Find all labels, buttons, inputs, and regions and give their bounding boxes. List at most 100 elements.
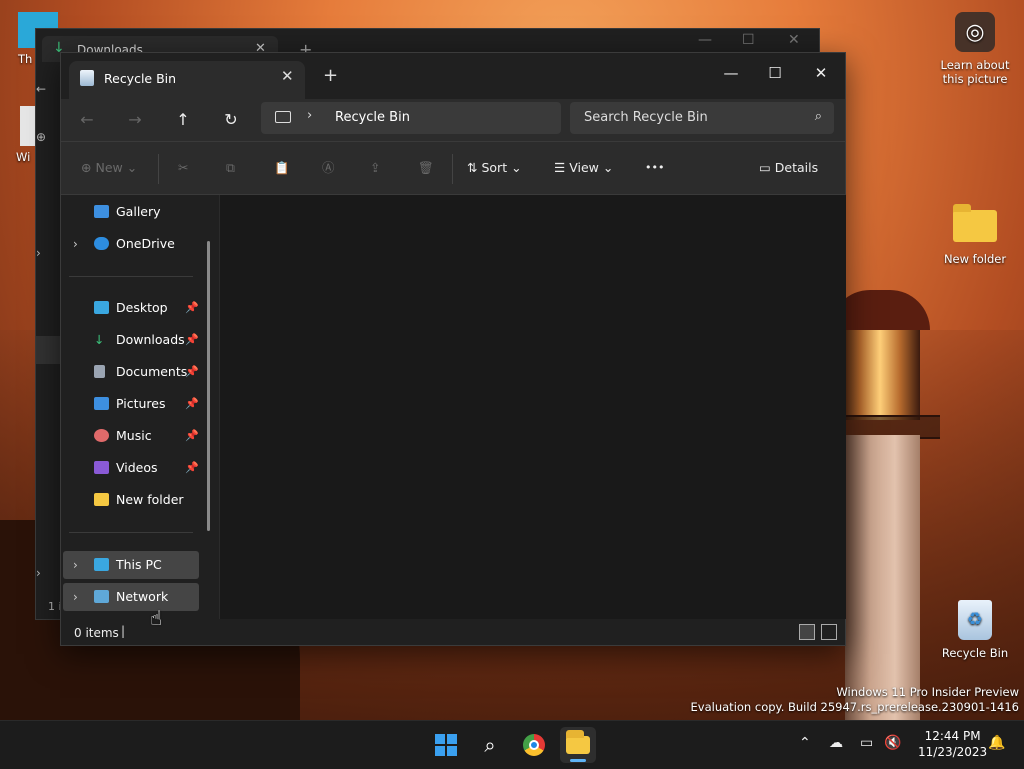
status-divider: | <box>121 624 126 638</box>
desktop-clipped-icon-2[interactable]: Wi <box>0 106 40 164</box>
chevron-right-icon[interactable]: › <box>73 551 78 579</box>
tiles-view-icon[interactable] <box>821 624 837 640</box>
pin-icon[interactable]: 📌 <box>185 294 199 322</box>
copy-icon[interactable]: ⧉ <box>226 156 235 180</box>
sidebar-item-music[interactable]: Music 📌 <box>61 422 211 450</box>
share-icon[interactable]: ⇪ <box>370 156 380 180</box>
chrome-taskbar-button[interactable] <box>516 727 552 763</box>
folder-icon <box>94 493 109 506</box>
close-window-button[interactable]: ✕ <box>798 58 844 88</box>
sidebar-item-network[interactable]: › Network <box>63 583 199 611</box>
sidebar-item-desktop[interactable]: Desktop 📌 <box>61 294 211 322</box>
camera-lens-icon: ◎ <box>955 12 995 52</box>
sidebar-divider <box>69 532 193 533</box>
chevron-right-icon[interactable]: › <box>73 583 78 611</box>
new-button[interactable]: ⊕ New ⌄ <box>81 156 137 180</box>
chevron-down-icon: ⌄ <box>602 160 614 175</box>
start-button[interactable] <box>428 727 464 763</box>
desktop-recycle-bin[interactable]: ♻ Recycle Bin <box>935 600 1015 660</box>
recycle-bin-icon <box>80 70 94 86</box>
sort-icon: ⇅ <box>467 160 478 175</box>
toolbar-divider <box>452 154 453 184</box>
clock[interactable]: 12:44 PM 11/23/2023 <box>918 728 987 760</box>
taskbar: ⌕ ⌃ ☁ ▭ 🔇 12:44 PM 11/23/2023 🔔 <box>0 720 1024 769</box>
search-icon: ⌕ <box>814 109 822 124</box>
back-arrow-icon[interactable]: ← <box>73 107 101 133</box>
build-watermark: Windows 11 Pro Insider Preview Evaluatio… <box>690 685 1019 714</box>
sidebar-scrollbar[interactable] <box>207 241 210 531</box>
new-tab-icon[interactable]: + <box>323 65 338 86</box>
pin-icon[interactable]: 📌 <box>185 422 199 450</box>
details-view-icon[interactable] <box>799 624 815 640</box>
view-button[interactable]: ☰ View ⌄ <box>554 156 613 180</box>
sidebar-item-documents[interactable]: Documents 📌 <box>61 358 211 386</box>
file-list-area[interactable] <box>219 195 846 619</box>
sidebar-item-new-folder[interactable]: New folder <box>61 486 211 514</box>
show-hidden-icons-chevron[interactable]: ⌃ <box>799 735 811 751</box>
pin-icon[interactable]: 📌 <box>185 454 199 482</box>
sidebar-item-videos[interactable]: Videos 📌 <box>61 454 211 482</box>
refresh-icon[interactable]: ↻ <box>217 107 245 133</box>
desktop-new-folder[interactable]: New folder <box>935 204 1015 266</box>
tab-label: Recycle Bin <box>104 71 177 86</box>
paste-icon[interactable]: 📋 <box>274 156 290 180</box>
search-box[interactable]: Search Recycle Bin ⌕ <box>570 102 834 134</box>
sidebar-divider <box>69 276 193 277</box>
file-explorer-taskbar-button[interactable] <box>560 727 596 763</box>
pin-icon[interactable]: 📌 <box>185 326 199 354</box>
close-tab-icon[interactable]: ✕ <box>281 67 294 85</box>
command-bar: ⊕ New ⌄ ✂ ⧉ 📋 Ⓐ ⇪ 🗑 ⇅ Sort ⌄ ☰ View ⌄ ••… <box>61 141 845 195</box>
folder-icon <box>953 204 997 242</box>
chrome-icon <box>523 734 545 756</box>
desktop-icon <box>94 301 109 314</box>
chevron-right-icon[interactable]: › <box>36 246 41 260</box>
up-arrow-icon[interactable]: ↑ <box>169 107 197 133</box>
onedrive-off-icon[interactable]: ☁ <box>829 735 843 751</box>
delete-icon[interactable]: 🗑 <box>418 156 434 180</box>
videos-icon <box>94 461 109 474</box>
navigation-pane: Gallery › OneDrive Desktop 📌 ↓ Downloads… <box>61 195 219 619</box>
maximize-button[interactable]: ☐ <box>752 58 798 88</box>
more-options-button[interactable]: ••• <box>645 156 664 180</box>
search-button[interactable]: ⌕ <box>472 727 508 763</box>
details-pane-icon: ▭ <box>759 160 771 175</box>
pin-icon[interactable]: 📌 <box>185 358 199 386</box>
recycle-bin-icon: ♻ <box>958 600 992 640</box>
address-bar[interactable]: › Recycle Bin <box>261 102 561 134</box>
music-icon <box>94 429 109 442</box>
search-input[interactable]: Search Recycle Bin <box>584 110 708 125</box>
network-icon <box>94 590 109 603</box>
cut-icon[interactable]: ✂ <box>178 156 188 180</box>
sidebar-item-downloads[interactable]: ↓ Downloads 📌 <box>61 326 211 354</box>
details-button[interactable]: ▭ Details <box>759 156 818 180</box>
close-icon[interactable]: ✕ <box>788 32 800 48</box>
new-icon[interactable]: ⊕ <box>36 130 46 144</box>
sort-button[interactable]: ⇅ Sort ⌄ <box>467 156 522 180</box>
pin-icon[interactable]: 📌 <box>185 390 199 418</box>
chevron-right-icon[interactable]: › <box>36 566 41 580</box>
notification-bell-icon[interactable]: 🔔 <box>988 735 1005 751</box>
computer-icon <box>275 111 291 123</box>
address-text: Recycle Bin <box>335 110 410 125</box>
rename-icon[interactable]: Ⓐ <box>322 156 335 180</box>
network-icon[interactable]: ▭ <box>860 735 873 751</box>
desktop-clipped-icon-1[interactable]: Th <box>0 12 58 66</box>
chevron-right-icon[interactable]: › <box>307 108 312 123</box>
back-arrow-icon[interactable]: ← <box>36 82 46 96</box>
forward-arrow-icon[interactable]: → <box>121 107 149 133</box>
sidebar-item-pictures[interactable]: Pictures 📌 <box>61 390 211 418</box>
minimize-button[interactable]: — <box>708 58 754 88</box>
title-bar[interactable]: Recycle Bin ✕ + — ☐ ✕ <box>61 53 845 99</box>
plus-circle-icon: ⊕ <box>81 160 92 175</box>
recycle-bin-window[interactable]: Recycle Bin ✕ + — ☐ ✕ ← → ↑ ↻ › Recycle … <box>60 52 846 646</box>
sidebar-item-gallery[interactable]: Gallery <box>61 198 211 226</box>
sidebar-item-this-pc[interactable]: › This PC <box>63 551 199 579</box>
volume-muted-icon[interactable]: 🔇 <box>884 735 901 751</box>
tab-recycle-bin[interactable]: Recycle Bin ✕ <box>69 61 305 99</box>
sidebar-item-onedrive[interactable]: › OneDrive <box>61 230 211 258</box>
learn-about-picture-icon[interactable]: ◎ Learn about this picture <box>935 12 1015 86</box>
minimize-icon[interactable]: — <box>698 32 712 48</box>
chevron-right-icon[interactable]: › <box>73 230 78 258</box>
maximize-icon[interactable]: ☐ <box>742 32 755 48</box>
status-bar: 0 items | <box>61 619 845 645</box>
